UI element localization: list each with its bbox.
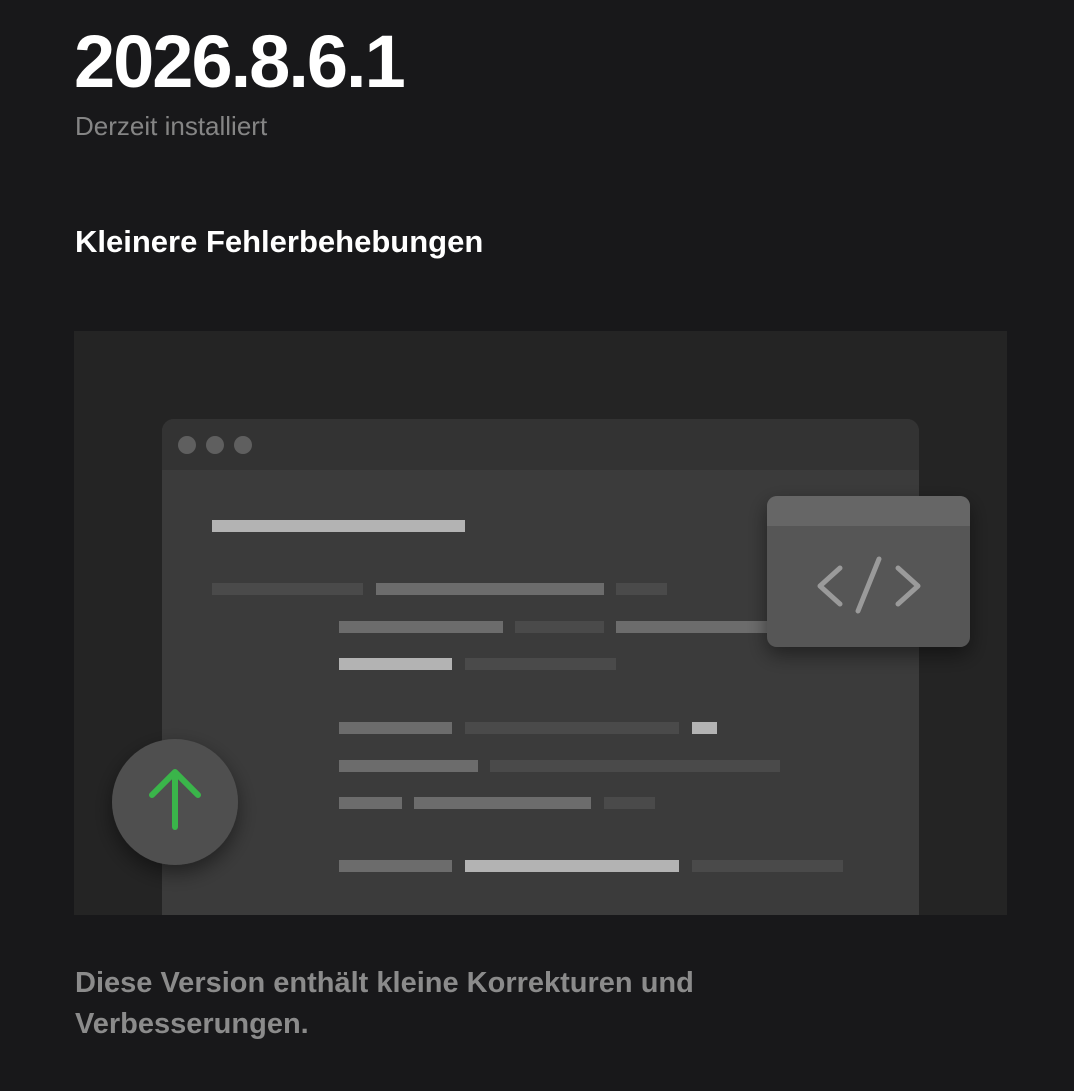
release-headline: Kleinere Fehlerbehebungen (75, 224, 484, 259)
release-description: Diese Version enthält kleine Korrekturen… (75, 967, 694, 1040)
window-dots-icon (178, 436, 252, 454)
update-badge (112, 739, 238, 865)
install-status: Derzeit installiert (75, 111, 268, 141)
illustration-graphic (112, 419, 970, 915)
update-illustration (74, 331, 1007, 915)
version-number: 2026.8.6.1 (74, 20, 406, 103)
code-card (767, 496, 970, 647)
